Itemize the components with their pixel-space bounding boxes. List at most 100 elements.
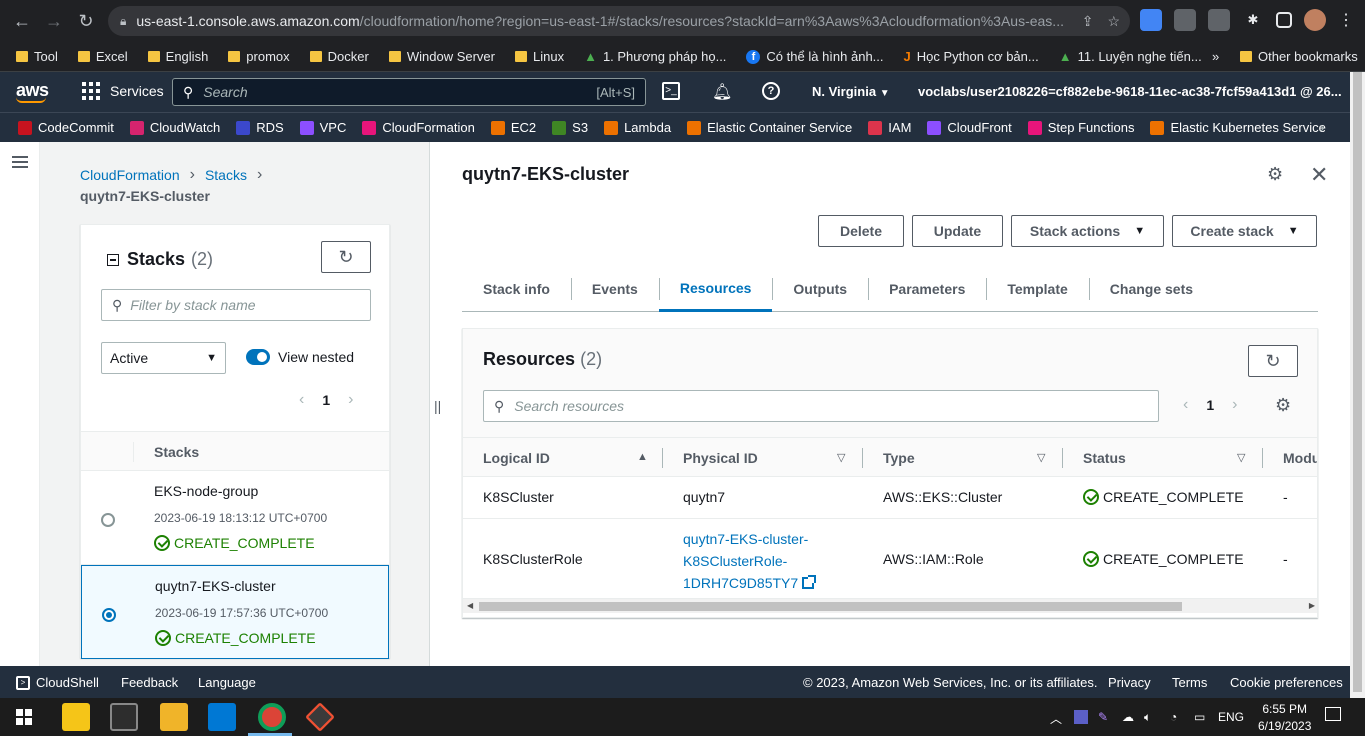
fav-cloudwatch[interactable]: CloudWatch <box>122 120 228 135</box>
sort-icon[interactable]: ▽ <box>837 451 845 464</box>
fav-iam[interactable]: IAM <box>860 120 919 135</box>
sort-icon[interactable]: ▽ <box>1237 451 1245 464</box>
console-search-input[interactable]: ⚲ Search [Alt+S] <box>172 78 646 106</box>
forward-icon[interactable]: → <box>40 7 68 35</box>
stack-name[interactable]: quytn7-EKS-cluster <box>155 578 276 594</box>
fav-rds[interactable]: RDS <box>228 120 291 135</box>
table-horizontal-scrollbar[interactable]: ◀ ▶ <box>463 599 1317 613</box>
col-module[interactable]: Modu <box>1283 450 1317 466</box>
tray-app-icon[interactable] <box>1074 710 1088 724</box>
chevron-up-icon[interactable]: ︿ <box>1050 710 1062 727</box>
file-explorer-icon[interactable] <box>160 703 188 731</box>
bookmark-docker[interactable]: Docker <box>300 49 379 64</box>
scroll-right-icon[interactable]: ▶ <box>1309 601 1315 610</box>
volume-icon[interactable]: 🔈︎ <box>1144 710 1151 725</box>
fav-cloudfront[interactable]: CloudFront <box>919 120 1019 135</box>
extensions-icon[interactable]: ✱ <box>1242 9 1264 31</box>
stack-row[interactable]: EKS-node-group 2023-06-19 18:13:12 UTC+0… <box>81 471 389 565</box>
camera-extension-icon[interactable] <box>1174 9 1196 31</box>
resources-refresh-button[interactable]: ↻ <box>1248 345 1298 377</box>
clock[interactable]: 6:55 PM 6/19/2023 <box>1258 702 1311 733</box>
address-bar[interactable]: 🔒︎ us-east-1.console.aws.amazon.com/clou… <box>108 6 1130 36</box>
breadcrumb-stacks[interactable]: Stacks <box>205 167 247 183</box>
notifications-icon[interactable] <box>1325 707 1341 721</box>
delete-button[interactable]: Delete <box>818 215 904 247</box>
scrollbar-thumb[interactable] <box>1353 72 1362 692</box>
create-stack-button[interactable]: Create stack ▼ <box>1172 215 1317 247</box>
bookmark-english[interactable]: English <box>138 49 219 64</box>
hamburger-menu-icon[interactable] <box>12 156 28 168</box>
status-filter-select[interactable]: Active ▼ <box>101 342 226 374</box>
feedback-link[interactable]: Feedback <box>121 675 178 690</box>
pen-icon[interactable]: ✎ <box>1098 710 1108 724</box>
chrome-icon[interactable] <box>258 703 286 731</box>
collapse-icon[interactable] <box>107 253 119 266</box>
bookmark-phuong-phap[interactable]: ▲ 1. Phương pháp họ... <box>574 49 736 64</box>
bookmark-linux[interactable]: Linux <box>505 49 574 64</box>
fav-codecommit[interactable]: CodeCommit <box>0 120 122 135</box>
git-icon[interactable] <box>305 702 335 732</box>
stack-radio[interactable] <box>102 608 116 622</box>
prev-page-icon[interactable]: ‹ <box>299 391 304 409</box>
tab-events[interactable]: Events <box>570 266 659 312</box>
bookmark-python[interactable]: J Học Python cơ bản... <box>894 49 1049 64</box>
menu-icon[interactable]: ⋮ <box>1338 10 1354 30</box>
col-logical-id[interactable]: Logical ID <box>483 450 550 466</box>
gear-icon[interactable]: ⚙ <box>1267 164 1283 185</box>
help-icon[interactable]: ? <box>762 82 780 100</box>
fav-s3[interactable]: S3 <box>544 120 596 135</box>
prev-page-icon[interactable]: ‹ <box>1183 396 1188 414</box>
terms-link[interactable]: Terms <box>1172 675 1207 690</box>
page-vertical-scrollbar[interactable] <box>1350 72 1365 698</box>
bookmark-window-server[interactable]: Window Server <box>379 49 505 64</box>
favorites-scroll-right-icon[interactable]: › <box>1320 119 1325 135</box>
scroll-left-icon[interactable]: ◀ <box>467 601 473 610</box>
region-selector[interactable]: N. Virginia ▼ <box>812 84 890 99</box>
breadcrumb-cloudformation[interactable]: CloudFormation <box>80 167 180 183</box>
cloudshell-icon[interactable]: >_ <box>662 82 680 100</box>
fav-ec2[interactable]: EC2 <box>483 120 544 135</box>
fav-cloudformation[interactable]: CloudFormation <box>354 120 483 135</box>
sidepanel-icon[interactable] <box>1276 12 1292 28</box>
tab-parameters[interactable]: Parameters <box>868 266 986 312</box>
fav-vpc[interactable]: VPC <box>292 120 355 135</box>
account-menu[interactable]: voclabs/user2108226=cf882ebe-9618-11ec-a… <box>918 84 1359 99</box>
battery-icon[interactable]: ▭ <box>1194 710 1205 724</box>
bookmark-tool[interactable]: Tool <box>0 49 68 64</box>
table-settings-gear-icon[interactable]: ⚙ <box>1275 395 1291 416</box>
other-bookmarks[interactable]: Other bookmarks <box>1230 49 1365 64</box>
stack-row-selected[interactable]: quytn7-EKS-cluster 2023-06-19 17:57:36 U… <box>81 565 389 659</box>
sort-icon[interactable]: ▽ <box>1037 451 1045 464</box>
stack-radio[interactable] <box>101 513 115 527</box>
wifi-icon[interactable]: ◔ <box>1170 710 1177 724</box>
physical-id-link[interactable]: quytn7-EKS-cluster- K8SClusterRole- 1DRH… <box>683 528 817 594</box>
close-icon[interactable]: ✕ <box>1310 162 1328 188</box>
stacks-refresh-button[interactable]: ↻ <box>321 241 371 273</box>
share-icon[interactable]: ⇪ <box>1082 13 1094 30</box>
back-icon[interactable]: ← <box>8 7 36 35</box>
bookmark-luyen-nghe[interactable]: ▲ 11. Luyện nghe tiến... <box>1049 49 1212 64</box>
page-number[interactable]: 1 <box>322 392 330 408</box>
tab-outputs[interactable]: Outputs <box>772 266 868 312</box>
tab-resources[interactable]: Resources <box>658 266 773 312</box>
avatar[interactable] <box>1304 9 1326 31</box>
next-page-icon[interactable]: › <box>1232 396 1237 414</box>
sticky-notes-icon[interactable] <box>62 703 90 731</box>
qr-extension-icon[interactable] <box>1208 9 1230 31</box>
stack-actions-button[interactable]: Stack actions ▼ <box>1011 215 1164 247</box>
page-number[interactable]: 1 <box>1206 397 1214 413</box>
privacy-link[interactable]: Privacy <box>1108 675 1151 690</box>
col-type[interactable]: Type <box>883 450 915 466</box>
bookmarks-more[interactable]: » <box>1202 49 1229 64</box>
col-physical-id[interactable]: Physical ID <box>683 450 758 466</box>
next-page-icon[interactable]: › <box>348 391 353 409</box>
tab-stack-info[interactable]: Stack info <box>462 266 571 312</box>
update-button[interactable]: Update <box>912 215 1003 247</box>
language-indicator[interactable]: ENG <box>1218 710 1244 724</box>
bookmark-facebook[interactable]: f Có thể là hình ảnh... <box>736 49 893 64</box>
fav-ecs[interactable]: Elastic Container Service <box>679 120 860 135</box>
fav-eks[interactable]: Elastic Kubernetes Service <box>1142 120 1333 135</box>
star-icon[interactable]: ☆ <box>1107 13 1120 30</box>
col-status[interactable]: Status <box>1083 450 1126 466</box>
translate-extension-icon[interactable] <box>1140 9 1162 31</box>
